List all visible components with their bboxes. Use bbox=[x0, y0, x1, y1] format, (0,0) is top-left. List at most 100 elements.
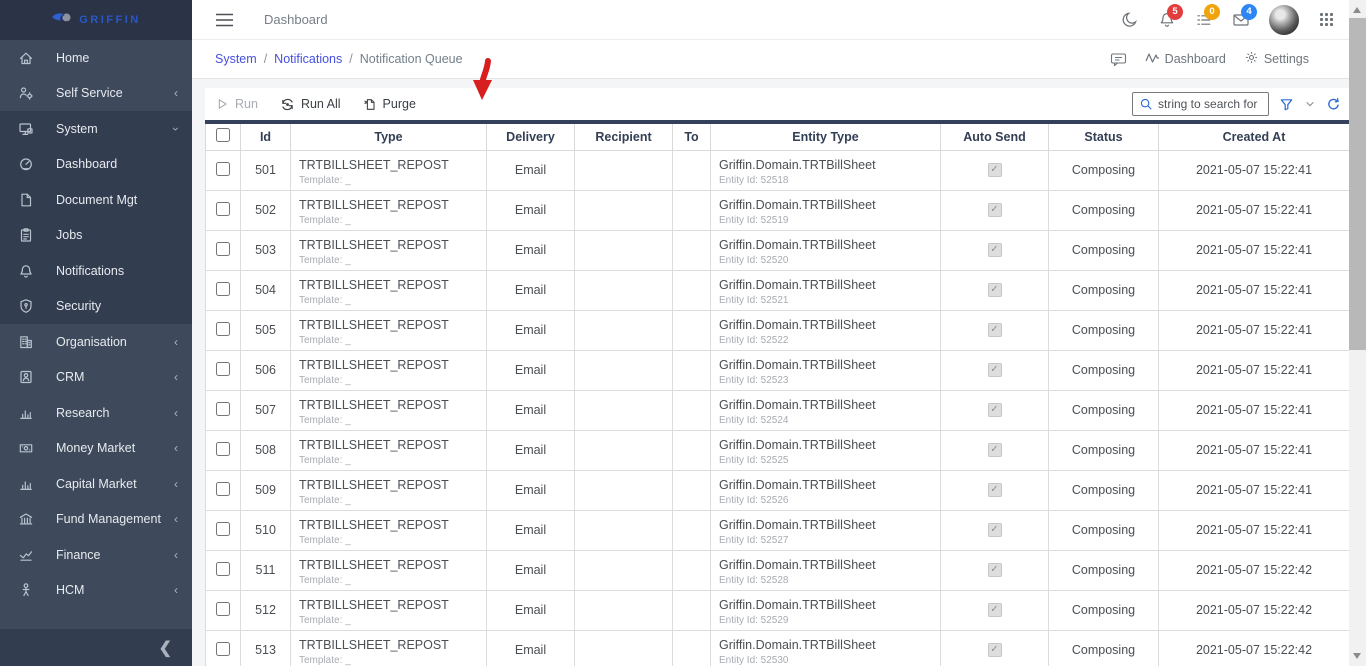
logo[interactable]: GRIFFIN bbox=[0, 0, 192, 40]
sidebar-item-self-service[interactable]: Self Service‹ bbox=[0, 76, 192, 112]
mail-icon[interactable]: 4 bbox=[1232, 11, 1250, 29]
cell-created-at: 2021-05-07 15:22:42 bbox=[1159, 590, 1350, 630]
table-row[interactable]: 511TRTBILLSHEET_REPOSTTemplate: _EmailGr… bbox=[206, 550, 1350, 590]
column-header-id[interactable]: Id bbox=[241, 124, 291, 150]
column-header-created-at[interactable]: Created At bbox=[1159, 124, 1350, 150]
type-value: TRTBILLSHEET_REPOST bbox=[299, 198, 486, 213]
notifications-icon bbox=[18, 263, 34, 279]
column-header-recipient[interactable]: Recipient bbox=[575, 124, 673, 150]
row-checkbox[interactable] bbox=[216, 602, 230, 616]
breadcrumb-notifications[interactable]: Notifications bbox=[274, 52, 342, 66]
run-button[interactable]: Run bbox=[215, 97, 258, 111]
table-row[interactable]: 505TRTBILLSHEET_REPOSTTemplate: _EmailGr… bbox=[206, 310, 1350, 350]
main-area: Dashboard 5 0 4 System bbox=[192, 0, 1349, 666]
table-row[interactable]: 506TRTBILLSHEET_REPOSTTemplate: _EmailGr… bbox=[206, 350, 1350, 390]
sidebar-item-money-market[interactable]: Money Market‹ bbox=[0, 431, 192, 467]
row-checkbox[interactable] bbox=[216, 402, 230, 416]
cell-status: Composing bbox=[1049, 550, 1159, 590]
auto-send-checkbox-disabled: ✓ bbox=[988, 283, 1002, 297]
table-header-row: IdTypeDeliveryRecipientToEntity TypeAuto… bbox=[206, 124, 1350, 150]
scrollbar-thumb[interactable] bbox=[1349, 18, 1366, 350]
entity-type-value: Griffin.Domain.TRTBillSheet bbox=[719, 398, 940, 413]
table-row[interactable]: 510TRTBILLSHEET_REPOSTTemplate: _EmailGr… bbox=[206, 510, 1350, 550]
run-all-button[interactable]: Run All bbox=[280, 97, 341, 112]
cell-delivery: Email bbox=[487, 270, 575, 310]
sidebar-item-research[interactable]: Research‹ bbox=[0, 395, 192, 431]
filter-chevron-down-icon[interactable] bbox=[1304, 98, 1316, 110]
column-header-auto-send[interactable]: Auto Send bbox=[941, 124, 1049, 150]
cell-delivery: Email bbox=[487, 550, 575, 590]
purge-button[interactable]: Purge bbox=[363, 97, 416, 112]
vertical-scrollbar[interactable] bbox=[1349, 0, 1366, 666]
sidebar-item-security[interactable]: Security bbox=[0, 289, 192, 325]
column-header-entity-type[interactable]: Entity Type bbox=[711, 124, 941, 150]
hamburger-menu-icon[interactable] bbox=[215, 12, 234, 28]
row-checkbox[interactable] bbox=[216, 642, 230, 656]
sidebar-item-capital-market[interactable]: Capital Market‹ bbox=[0, 466, 192, 502]
row-checkbox[interactable] bbox=[216, 162, 230, 176]
dark-mode-moon-icon[interactable] bbox=[1121, 11, 1139, 29]
filter-funnel-icon[interactable] bbox=[1279, 97, 1294, 112]
sidebar-item-organisation[interactable]: Organisation‹ bbox=[0, 324, 192, 360]
cell-id: 512 bbox=[241, 590, 291, 630]
row-checkbox[interactable] bbox=[216, 522, 230, 536]
cell-id: 502 bbox=[241, 190, 291, 230]
table-row[interactable]: 504TRTBILLSHEET_REPOSTTemplate: _EmailGr… bbox=[206, 270, 1350, 310]
sidebar-item-home[interactable]: Home bbox=[0, 40, 192, 76]
refresh-icon[interactable] bbox=[1326, 97, 1341, 112]
task-list-icon[interactable]: 0 bbox=[1195, 11, 1213, 29]
table-row[interactable]: 507TRTBILLSHEET_REPOSTTemplate: _EmailGr… bbox=[206, 390, 1350, 430]
row-checkbox[interactable] bbox=[216, 442, 230, 456]
sidebar-item-fund-management[interactable]: Fund Management‹ bbox=[0, 502, 192, 538]
column-header-status[interactable]: Status bbox=[1049, 124, 1159, 150]
dashboard-link[interactable]: Dashboard bbox=[1145, 51, 1226, 67]
row-checkbox[interactable] bbox=[216, 282, 230, 296]
cell-auto-send: ✓ bbox=[941, 230, 1049, 270]
sidebar-item-crm[interactable]: CRM‹ bbox=[0, 360, 192, 396]
sidebar-item-dashboard[interactable]: Dashboard bbox=[0, 147, 192, 183]
cell-select bbox=[206, 350, 241, 390]
scrollbar-up-arrow[interactable] bbox=[1353, 7, 1361, 13]
sidebar-collapse-icon[interactable]: ❮ bbox=[159, 638, 172, 658]
row-checkbox[interactable] bbox=[216, 202, 230, 216]
cell-recipient bbox=[575, 550, 673, 590]
select-all-checkbox[interactable] bbox=[216, 128, 230, 142]
settings-link[interactable]: Settings bbox=[1244, 50, 1309, 68]
column-header-type[interactable]: Type bbox=[291, 124, 487, 150]
sidebar-item-notifications[interactable]: Notifications bbox=[0, 253, 192, 289]
table-row[interactable]: 513TRTBILLSHEET_REPOSTTemplate: _EmailGr… bbox=[206, 630, 1350, 666]
sidebar-item-document-mgt[interactable]: Document Mgt bbox=[0, 182, 192, 218]
column-header-delivery[interactable]: Delivery bbox=[487, 124, 575, 150]
cell-status: Composing bbox=[1049, 470, 1159, 510]
cell-recipient bbox=[575, 270, 673, 310]
notifications-bell-icon[interactable]: 5 bbox=[1158, 11, 1176, 29]
row-checkbox[interactable] bbox=[216, 242, 230, 256]
search-input[interactable] bbox=[1158, 97, 1262, 111]
column-header-to[interactable]: To bbox=[673, 124, 711, 150]
row-checkbox[interactable] bbox=[216, 482, 230, 496]
cell-created-at: 2021-05-07 15:22:41 bbox=[1159, 390, 1350, 430]
cell-to bbox=[673, 470, 711, 510]
user-avatar[interactable] bbox=[1269, 5, 1299, 35]
table-row[interactable]: 501TRTBILLSHEET_REPOSTTemplate: _EmailGr… bbox=[206, 150, 1350, 190]
row-checkbox[interactable] bbox=[216, 362, 230, 376]
breadcrumb-system[interactable]: System bbox=[215, 52, 257, 66]
cell-id: 501 bbox=[241, 150, 291, 190]
table-row[interactable]: 512TRTBILLSHEET_REPOSTTemplate: _EmailGr… bbox=[206, 590, 1350, 630]
scrollbar-down-arrow[interactable] bbox=[1353, 653, 1361, 659]
sidebar-item-jobs[interactable]: Jobs bbox=[0, 218, 192, 254]
table-row[interactable]: 503TRTBILLSHEET_REPOSTTemplate: _EmailGr… bbox=[206, 230, 1350, 270]
sidebar-item-system[interactable]: System› bbox=[0, 111, 192, 147]
sidebar-item-hcm[interactable]: HCM‹ bbox=[0, 573, 192, 609]
row-checkbox[interactable] bbox=[216, 562, 230, 576]
apps-grid-icon[interactable] bbox=[1318, 11, 1335, 28]
table-row[interactable]: 509TRTBILLSHEET_REPOSTTemplate: _EmailGr… bbox=[206, 470, 1350, 510]
feedback-comment-icon[interactable] bbox=[1110, 52, 1127, 67]
row-checkbox[interactable] bbox=[216, 322, 230, 336]
sidebar-item-finance[interactable]: Finance‹ bbox=[0, 537, 192, 573]
cell-select bbox=[206, 510, 241, 550]
table-row[interactable]: 508TRTBILLSHEET_REPOSTTemplate: _EmailGr… bbox=[206, 430, 1350, 470]
cell-status: Composing bbox=[1049, 150, 1159, 190]
cell-status: Composing bbox=[1049, 430, 1159, 470]
table-row[interactable]: 502TRTBILLSHEET_REPOSTTemplate: _EmailGr… bbox=[206, 190, 1350, 230]
